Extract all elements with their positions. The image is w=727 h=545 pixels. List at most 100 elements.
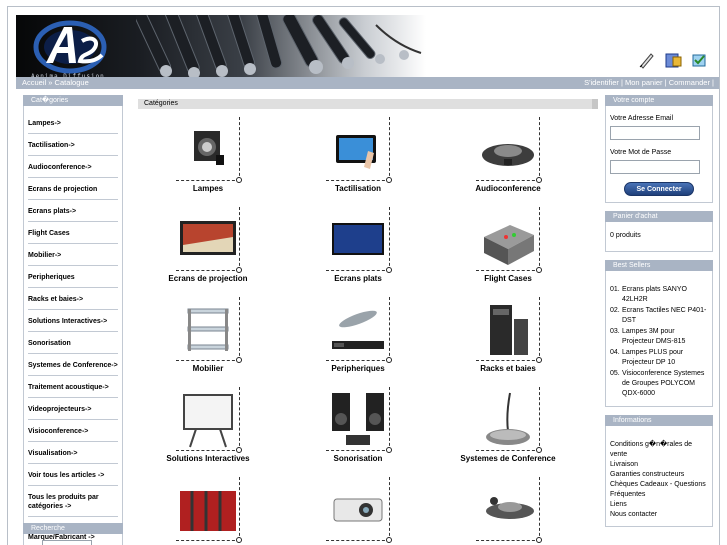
category-image[interactable] [326, 477, 392, 543]
category-label[interactable]: Solutions Interactives [158, 454, 258, 463]
bestseller-item[interactable]: 01. Ecrans plats SANYO 42LH2R [610, 285, 708, 305]
category-image[interactable] [476, 207, 542, 273]
category-label[interactable]: Mobilier [158, 364, 258, 373]
category-image[interactable] [476, 297, 542, 363]
category-link[interactable]: Sonorisation [28, 332, 118, 354]
category-tile[interactable]: Racks et baies [458, 297, 558, 373]
category-tile[interactable]: Systemes de Conference [458, 387, 558, 463]
category-link[interactable]: Lampes-> [28, 112, 118, 134]
category-label[interactable]: Peripheriques [308, 364, 408, 373]
bestseller-link[interactable]: Visioconference Systemes de Groupes POLY… [622, 369, 708, 399]
category-image[interactable] [326, 297, 392, 363]
category-label[interactable]: Flight Cases [458, 274, 558, 283]
category-image[interactable] [476, 387, 542, 453]
category-link[interactable]: Tactilisation-> [28, 134, 118, 156]
login-link[interactable]: S'identifier [584, 78, 619, 87]
category-tile[interactable] [308, 477, 408, 544]
category-image[interactable] [176, 207, 242, 273]
bestseller-item[interactable]: 05. Visioconference Systemes de Groupes P… [610, 369, 708, 399]
category-label[interactable]: Ecrans de projection [158, 274, 258, 283]
category-link[interactable]: Flight Cases [28, 222, 118, 244]
search-input[interactable] [42, 540, 92, 545]
category-link[interactable]: Visualisation-> [28, 442, 118, 464]
cart-icon[interactable] [664, 51, 682, 69]
order-icon[interactable] [690, 51, 708, 69]
bestseller-item[interactable]: 02. Ecrans Tactiles NEC P401-DST [610, 306, 708, 326]
info-link[interactable]: Liens [610, 500, 708, 510]
category-link[interactable]: Racks et baies-> [28, 288, 118, 310]
category-link[interactable]: Voir tous les articles -> [28, 464, 118, 486]
category-tile[interactable]: Ecrans de projection [158, 207, 258, 283]
category-link[interactable]: Peripheriques [28, 266, 118, 288]
category-label[interactable]: Lampes [158, 184, 258, 193]
info-link[interactable]: Garanties constructeurs [610, 470, 708, 480]
info-link[interactable]: Livraison [610, 460, 708, 470]
category-tile[interactable]: Peripheriques [308, 297, 408, 373]
category-tile[interactable]: Solutions Interactives [158, 387, 258, 463]
email-label: Votre Adresse Email [610, 115, 674, 122]
category-tile[interactable] [158, 477, 258, 544]
info-link[interactable]: Conditions g�n�rales de vente [610, 440, 708, 460]
info-link[interactable]: Nous contacter [610, 510, 708, 520]
email-field[interactable] [610, 126, 700, 140]
category-link[interactable]: Ecrans de projection [28, 178, 118, 200]
category-link[interactable]: Traitement acoustique-> [28, 376, 118, 398]
category-link[interactable]: Mobilier-> [28, 244, 118, 266]
corner-marker [536, 537, 542, 543]
category-link[interactable]: Tous les produits par catégories -> [28, 486, 118, 517]
category-link[interactable]: Systemes de Conference-> [28, 354, 118, 376]
category-image[interactable] [476, 117, 542, 183]
category-image[interactable] [176, 477, 242, 543]
category-image[interactable] [326, 117, 392, 183]
bestseller-rank: 01. [610, 286, 620, 293]
info-link[interactable]: Chèques Cadeaux - Questions Fréquentes [610, 480, 708, 500]
site-header: Aenima Diffusion [16, 15, 719, 83]
bestseller-item[interactable]: 04. Lampes PLUS pour Projecteur DP 10 [610, 348, 708, 368]
order-link[interactable]: Commander [669, 78, 710, 87]
category-link[interactable]: Ecrans plats-> [28, 200, 118, 222]
category-tile[interactable] [458, 477, 558, 544]
flight-case-image [484, 225, 534, 265]
bestseller-link[interactable]: Ecrans Tactiles NEC P401-DST [622, 306, 708, 326]
corner-marker [236, 267, 242, 273]
category-image[interactable] [326, 387, 392, 453]
category-image[interactable] [176, 117, 242, 183]
category-label[interactable]: Racks et baies [458, 364, 558, 373]
furniture-image [187, 308, 229, 351]
bestseller-item[interactable]: 03. Lampes 3M pour Projecteur DMS-815 [610, 327, 708, 347]
corner-marker [236, 357, 242, 363]
category-tile[interactable]: Tactilisation [308, 117, 408, 193]
cart-link[interactable]: Mon panier [625, 78, 663, 87]
category-label[interactable]: Ecrans plats [308, 274, 408, 283]
breadcrumb-current[interactable]: Catalogue [55, 78, 89, 87]
aenima-logo[interactable] [24, 17, 116, 77]
bestseller-link[interactable]: Lampes 3M pour Projecteur DMS-815 [622, 327, 708, 347]
category-link[interactable]: Audioconference-> [28, 156, 118, 178]
rack-image [490, 305, 528, 355]
category-label[interactable]: Sonorisation [308, 454, 408, 463]
login-button[interactable]: Se Connecter [624, 182, 694, 196]
category-link[interactable]: Visioconference-> [28, 420, 118, 442]
category-tile[interactable]: Mobilier [158, 297, 258, 373]
category-image[interactable] [326, 207, 392, 273]
pen-icon[interactable] [638, 51, 656, 69]
password-field[interactable] [610, 160, 700, 174]
category-image[interactable] [476, 477, 542, 543]
category-tile[interactable]: Audioconference [458, 117, 558, 193]
category-image[interactable] [176, 297, 242, 363]
category-image[interactable] [176, 387, 242, 453]
category-label[interactable]: Systemes de Conference [458, 454, 558, 463]
category-tile[interactable]: Flight Cases [458, 207, 558, 283]
bestseller-link[interactable]: Lampes PLUS pour Projecteur DP 10 [622, 348, 708, 368]
category-link[interactable]: Videoprojecteurs-> [28, 398, 118, 420]
category-tile[interactable]: Ecrans plats [308, 207, 408, 283]
category-tile[interactable]: Lampes [158, 117, 258, 193]
search-body [23, 540, 123, 545]
category-label[interactable]: Tactilisation [308, 184, 408, 193]
breadcrumb-home[interactable]: Accueil [22, 78, 46, 87]
category-tile[interactable]: Sonorisation [308, 387, 408, 463]
info-links: Conditions g�n�rales de vente Livraison … [605, 426, 713, 527]
bestseller-link[interactable]: Ecrans plats SANYO 42LH2R [622, 285, 708, 305]
category-link[interactable]: Solutions Interactives-> [28, 310, 118, 332]
category-label[interactable]: Audioconference [458, 184, 558, 193]
